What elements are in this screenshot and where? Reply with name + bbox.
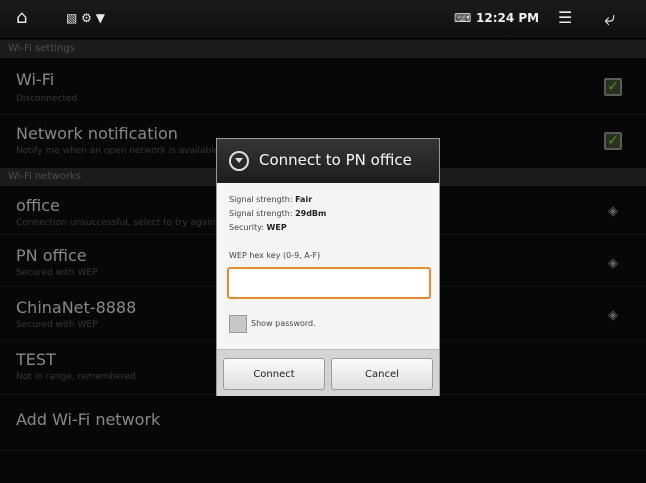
show-password-label: Show password. xyxy=(251,319,316,328)
status-time: 12:24 PM xyxy=(476,11,540,25)
menu-icon[interactable]: ☰ xyxy=(558,0,572,36)
security-line: Security: WEP xyxy=(229,223,287,232)
wep-key-label: WEP hex key (0-9, A-F) xyxy=(229,251,321,260)
home-icon[interactable]: ⌂ xyxy=(16,0,27,36)
security-value: WEP xyxy=(266,223,287,232)
signal-strength-line-2: Signal strength: 29dBm xyxy=(229,209,327,218)
show-password-checkbox[interactable] xyxy=(229,315,247,333)
wep-key-input[interactable] xyxy=(227,267,431,299)
back-icon[interactable]: ⤶ xyxy=(604,0,615,36)
wifi-connect-icon xyxy=(229,151,249,171)
connect-dialog: Connect to PN office Signal strength: Fa… xyxy=(216,138,440,396)
dialog-body: Signal strength: Fair Signal strength: 2… xyxy=(217,183,439,349)
signal-strength-value-2: 29dBm xyxy=(295,209,327,218)
dialog-header: Connect to PN office xyxy=(217,139,439,183)
status-bar: ⌂ ▧ ⚙ ▼ ⌨ 12:24 PM ☰ ⤶ xyxy=(0,0,646,37)
dialog-title: Connect to PN office xyxy=(259,151,412,169)
connect-button[interactable]: Connect xyxy=(223,358,325,390)
cancel-button[interactable]: Cancel xyxy=(331,358,433,390)
notification-icons: ▧ ⚙ ▼ xyxy=(66,11,105,25)
signal-strength-label-2: Signal strength xyxy=(229,209,290,218)
signal-strength-line: Signal strength: Fair xyxy=(229,195,313,204)
signal-strength-label: Signal strength xyxy=(229,195,290,204)
signal-strength-value: Fair xyxy=(295,195,313,204)
dialog-footer: Connect Cancel xyxy=(217,349,439,396)
wifi-icon: ⌨ xyxy=(454,11,472,25)
security-label: Security xyxy=(229,223,262,232)
